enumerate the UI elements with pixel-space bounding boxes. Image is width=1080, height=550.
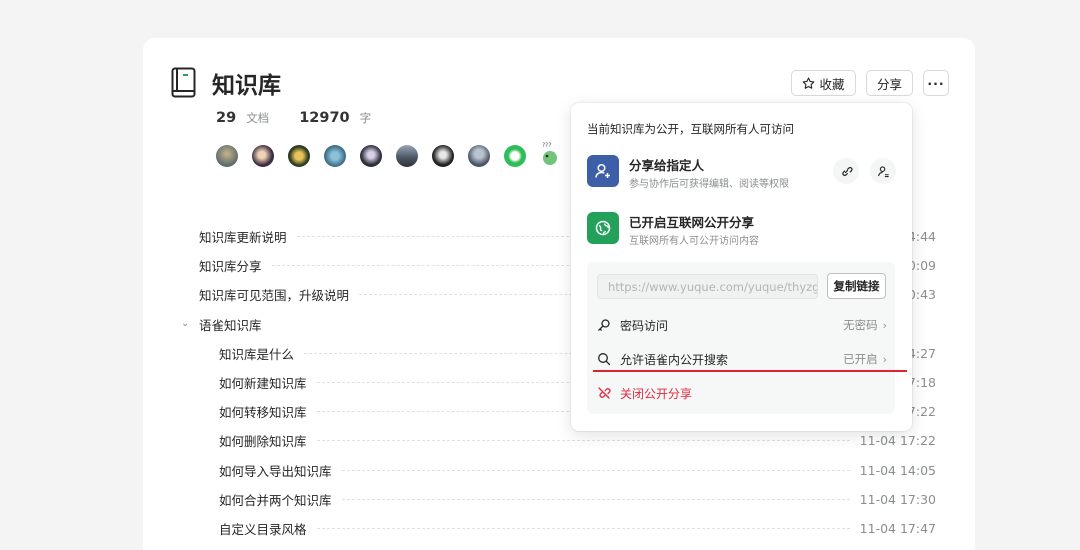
copy-invite-link-button[interactable] <box>833 158 859 184</box>
doc-title: 如何转移知识库 <box>219 405 307 421</box>
share-label: 分享 <box>876 76 902 92</box>
share-button[interactable]: 分享 <box>866 70 913 96</box>
share-popover: 当前知识库为公开，互联网所有人可访问 分享给指定人 参与协作后可获得编辑、阅读等… <box>571 103 912 431</box>
avatar[interactable] <box>360 145 382 167</box>
doc-updated-time: 7:18 <box>907 375 936 390</box>
avatar[interactable] <box>216 145 238 167</box>
doc-title: 如何删除知识库 <box>219 434 307 450</box>
avatar[interactable] <box>396 145 418 167</box>
public-share-title[interactable]: 已开启互联网公开分享 <box>629 212 754 231</box>
copy-link-button[interactable]: 复制链接 <box>827 273 886 299</box>
link-icon <box>841 166 853 176</box>
doc-title: 自定义目录风格 <box>219 522 307 537</box>
page-title: 知识库 <box>212 73 281 99</box>
doc-title: 语雀知识库 <box>199 317 262 333</box>
globe-icon <box>587 212 619 244</box>
doc-title: 知识库更新说明 <box>199 230 287 245</box>
doc-updated-time: 11-04 17:47 <box>859 521 936 536</box>
svg-text:???: ??? <box>542 142 552 149</box>
close-public-share-row[interactable]: 关闭公开分享 <box>597 383 887 403</box>
avatar[interactable] <box>252 145 274 167</box>
doc-updated-time: 11-04 17:30 <box>859 491 936 507</box>
dotted-leader <box>316 528 850 529</box>
doc-updated-time: 4:44 <box>907 229 936 244</box>
doc-updated-time: 4:27 <box>907 345 936 361</box>
word-count: 12970 <box>299 110 350 126</box>
avatar[interactable] <box>432 145 454 167</box>
doc-updated-time: 11-04 17:22 <box>859 433 936 449</box>
favorite-label: 收藏 <box>819 76 845 92</box>
share-to-people-title[interactable]: 分享给指定人 <box>629 155 704 174</box>
share-to-people-subtitle: 参与协作后可获得编辑、阅读等权限 <box>629 179 789 190</box>
favorite-button[interactable]: 收藏 <box>791 70 856 96</box>
public-share-settings: https://www.yuque.com/yuque/thyzgp 复制链接 … <box>587 262 895 414</box>
star-icon <box>803 77 815 89</box>
doc-updated-time: 7:22 <box>907 404 936 420</box>
public-share-subtitle: 互联网所有人可公开访问内容 <box>629 236 759 247</box>
doc-title: 如何导入导出知识库 <box>219 463 332 479</box>
add-user-icon <box>587 155 619 187</box>
search-access-row[interactable]: 允许语雀内公开搜索 已开启 › <box>597 349 887 369</box>
doc-count: 29 <box>216 110 237 126</box>
avatar[interactable] <box>324 145 346 167</box>
doc-title: 如何新建知识库 <box>219 376 307 391</box>
dotted-leader <box>341 498 850 500</box>
doc-title: 知识库可见范围，升级说明 <box>199 288 350 304</box>
more-button[interactable]: ··· <box>923 70 949 96</box>
doc-title: 如何合并两个知识库 <box>219 492 332 508</box>
chevron-right-icon: › <box>882 352 887 366</box>
dotted-leader <box>341 469 850 471</box>
avatar[interactable] <box>504 145 526 167</box>
doc-row[interactable]: 如何导入导出知识库 11-04 14:05 <box>219 456 936 485</box>
chevron-right-icon: › <box>882 318 887 332</box>
password-access-value: 无密码 <box>843 318 878 332</box>
doc-title: 知识库是什么 <box>219 346 295 362</box>
doc-title: 知识库分享 <box>199 259 262 275</box>
key-icon <box>597 318 611 332</box>
word-count-label: 字 <box>359 111 372 125</box>
doc-updated-time: 0:09 <box>907 258 936 274</box>
search-access-value: 已开启 <box>843 352 878 366</box>
password-access-label: 密码访问 <box>620 318 669 333</box>
manage-members-button[interactable] <box>870 158 896 184</box>
doc-updated-time: 11-04 14:05 <box>859 462 936 478</box>
search-access-label: 允许语雀内公开搜索 <box>620 352 729 367</box>
avatar[interactable]: ??? <box>538 141 562 167</box>
book-icon <box>171 67 196 98</box>
password-access-row[interactable]: 密码访问 无密码 › <box>597 315 887 335</box>
avatar[interactable] <box>288 145 310 167</box>
library-stats: 29 文档 12970 字 <box>216 110 371 126</box>
doc-row[interactable]: 自定义目录风格 11-04 17:47 <box>219 514 936 543</box>
search-icon <box>597 352 611 366</box>
unlink-icon <box>597 386 611 400</box>
visibility-status: 当前知识库为公开，互联网所有人可访问 <box>587 122 794 136</box>
doc-updated-time: 0:43 <box>907 287 936 303</box>
avatar[interactable] <box>468 145 490 167</box>
more-icon: ··· <box>927 75 945 91</box>
doc-count-label: 文档 <box>246 111 270 125</box>
user-icon <box>877 165 889 177</box>
close-public-share-label: 关闭公开分享 <box>620 386 693 401</box>
chevron-down-icon[interactable]: ⌄ <box>181 318 189 329</box>
dotted-leader <box>316 440 850 442</box>
doc-row[interactable]: 如何合并两个知识库 11-04 17:30 <box>219 485 936 514</box>
highlight-underline <box>593 370 907 372</box>
share-link-field[interactable]: https://www.yuque.com/yuque/thyzgp <box>597 274 818 299</box>
